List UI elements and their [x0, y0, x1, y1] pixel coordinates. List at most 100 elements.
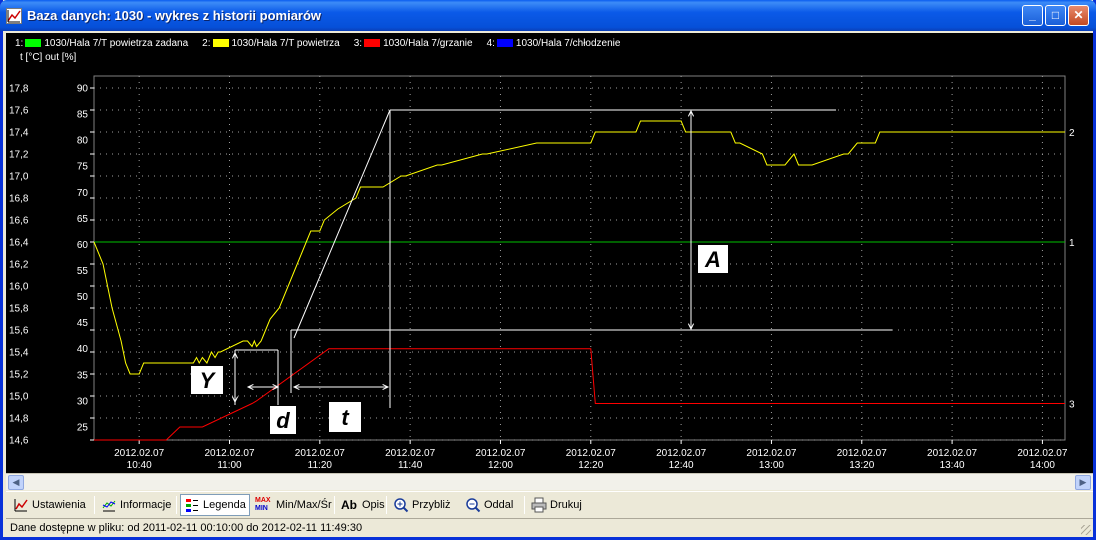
- series-end-label: 2: [1069, 128, 1075, 139]
- x-tick-date: 2012.02.07: [204, 448, 254, 459]
- y-right-tick-label: 35: [77, 370, 89, 381]
- x-tick-time: 11:40: [398, 460, 423, 471]
- y-left-tick-label: 15,4: [9, 348, 29, 359]
- app-chart-icon: [6, 8, 22, 24]
- y-left-tick-label: 16,0: [9, 282, 29, 293]
- y-left-tick-label: 16,8: [9, 194, 29, 205]
- series-end-label: 1: [1069, 238, 1075, 249]
- x-tick-time: 10:40: [127, 460, 152, 471]
- y-left-tick-label: 17,4: [9, 128, 29, 139]
- toolbar-button-label: Oddal: [484, 499, 514, 511]
- zoom-in-icon: [393, 497, 409, 513]
- y-left-tick-label: 16,6: [9, 216, 29, 227]
- close-button[interactable]: ✕: [1068, 5, 1089, 26]
- y-right-tick-label: 40: [77, 344, 89, 355]
- resize-grip-icon[interactable]: [1081, 525, 1091, 535]
- toolbar-separator: [94, 496, 95, 514]
- toolbar-button-label: Legenda: [203, 499, 246, 511]
- y-left-tick-label: 17,2: [9, 150, 29, 161]
- scroll-right-button[interactable]: ▶: [1075, 475, 1091, 490]
- toolbar-button-zoom-in[interactable]: Przybliż: [390, 494, 454, 516]
- toolbar-button-label: Drukuj: [550, 499, 582, 511]
- x-tick-time: 13:00: [759, 460, 784, 471]
- y-right-tick-label: 25: [77, 422, 89, 433]
- toolbar-button-minmax[interactable]: MAX MIN Min/Max/Śr: [252, 494, 335, 516]
- toolbar-separator: [334, 496, 335, 514]
- x-tick-date: 2012.02.07: [1017, 448, 1067, 459]
- status-text: Dane dostępne w pliku: od 2011-02-11 00:…: [10, 522, 363, 534]
- printer-icon: [531, 497, 547, 513]
- minimize-button[interactable]: _: [1022, 5, 1043, 26]
- annotation-tangent-line: [293, 109, 391, 339]
- toolbar-button-info[interactable]: Informacje: [98, 494, 174, 516]
- maximize-button[interactable]: □: [1045, 5, 1066, 26]
- x-tick-date: 2012.02.07: [295, 448, 345, 459]
- y-left-tick-label: 15,0: [9, 392, 29, 403]
- x-tick-time: 14:00: [1030, 460, 1055, 471]
- toolbar-button-printer[interactable]: Drukuj: [528, 494, 585, 516]
- y-right-tick-label: 75: [77, 162, 89, 173]
- toolbar-button-text[interactable]: Ab Opis: [338, 494, 388, 516]
- x-tick-date: 2012.02.07: [114, 448, 164, 459]
- toolbar-separator: [386, 496, 387, 514]
- chart-window: Baza danych: 1030 - wykres z historii po…: [0, 0, 1096, 540]
- chart-settings-icon: [13, 497, 29, 513]
- title-bar[interactable]: Baza danych: 1030 - wykres z historii po…: [0, 0, 1096, 31]
- y-right-tick-label: 65: [77, 214, 89, 225]
- y-right-tick-label: 45: [77, 318, 89, 329]
- y-left-tick-label: 17,6: [9, 106, 29, 117]
- y-left-tick-label: 16,2: [9, 260, 29, 271]
- toolbar-button-chart-settings[interactable]: Ustawienia: [10, 494, 89, 516]
- y-left-tick-label: 16,4: [9, 238, 29, 249]
- y-right-tick-label: 70: [77, 188, 89, 199]
- toolbar-button-zoom-out[interactable]: Oddal: [462, 494, 516, 516]
- status-bar: Dane dostępne w pliku: od 2011-02-11 00:…: [6, 518, 1093, 537]
- y-left-tick-label: 17,8: [9, 84, 29, 95]
- toolbar-button-label: Ustawienia: [32, 499, 86, 511]
- series-line-2: [93, 120, 1065, 375]
- y-left-tick-label: 15,2: [9, 370, 29, 381]
- y-right-tick-label: 60: [77, 240, 89, 251]
- y-left-tick-label: 15,6: [9, 326, 29, 337]
- x-tick-date: 2012.02.07: [927, 448, 977, 459]
- x-tick-date: 2012.02.07: [475, 448, 525, 459]
- x-tick-date: 2012.02.07: [837, 448, 887, 459]
- y-right-tick-label: 30: [77, 396, 89, 407]
- x-tick-time: 13:20: [849, 460, 874, 471]
- x-tick-time: 12:20: [578, 460, 603, 471]
- toolbar-separator: [176, 496, 177, 514]
- x-tick-date: 2012.02.07: [566, 448, 616, 459]
- horizontal-scrollbar[interactable]: ◀ ▶: [6, 473, 1093, 490]
- annotation-label: d: [276, 408, 290, 433]
- x-tick-time: 12:40: [669, 460, 694, 471]
- toolbar-separator: [524, 496, 525, 514]
- chart-plot: 17,8 17,6 17,4 17,2 17,0 16,8 16,6 16,4 16,2 16,0…: [9, 75, 1075, 471]
- toolbar-button-label: Opis: [362, 499, 385, 511]
- x-tick-date: 2012.02.07: [656, 448, 706, 459]
- window-title: Baza danych: 1030 - wykres z historii po…: [27, 8, 322, 23]
- toolbar-button-label: Przybliż: [412, 499, 451, 511]
- toolbar-button-label: Min/Max/Śr: [276, 499, 332, 511]
- y-left-tick-label: 14,6: [9, 436, 29, 447]
- series-end-label: 3: [1069, 399, 1075, 410]
- x-tick-time: 11:20: [308, 460, 333, 471]
- y-right-tick-label: 80: [77, 136, 89, 147]
- y-left-tick-label: 17,0: [9, 172, 29, 183]
- x-tick-date: 2012.02.07: [746, 448, 796, 459]
- x-tick-date: 2012.02.07: [385, 448, 435, 459]
- info-icon: [101, 497, 117, 513]
- x-tick-time: 12:00: [488, 460, 513, 471]
- y-right-tick-label: 55: [77, 266, 89, 277]
- y-right-tick-label: 90: [77, 84, 89, 95]
- chart-area[interactable]: 1: 1030/Hala 7/T powietrza zadana 2: 1030/H…: [6, 33, 1093, 473]
- y-left-tick-label: 15,8: [9, 304, 29, 315]
- x-tick-time: 11:00: [217, 460, 242, 471]
- plot-frame: [93, 75, 1066, 441]
- bottom-toolbar: Ustawienia Informacje Legenda MAX MIN Min/Max…: [6, 491, 1093, 517]
- y-right-tick-label: 50: [77, 292, 89, 303]
- toolbar-button-label: Informacje: [120, 499, 172, 511]
- scroll-left-button[interactable]: ◀: [8, 475, 24, 490]
- text-icon: Ab: [341, 498, 357, 512]
- y-right-tick-label: 85: [77, 110, 89, 121]
- toolbar-button-legend[interactable]: Legenda: [180, 494, 250, 516]
